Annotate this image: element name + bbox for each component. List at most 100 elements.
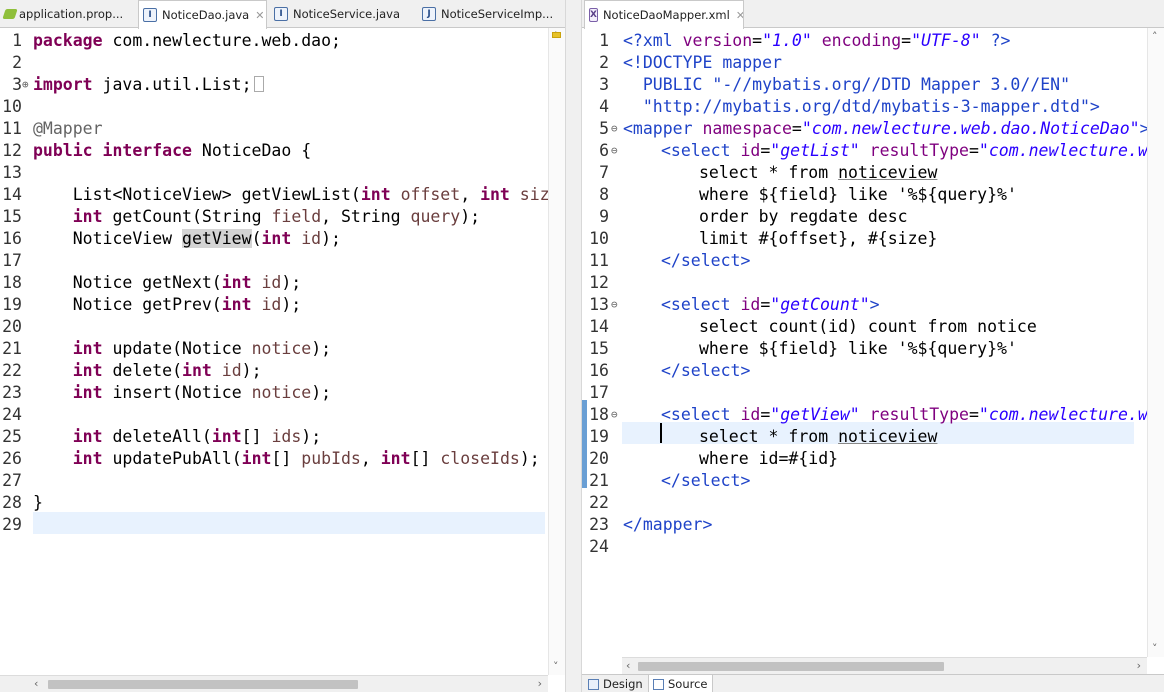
close-icon[interactable]: ✕ [736,9,743,22]
java-code-area[interactable]: 1 2 3 ⊕ 10 11 12 13 14 15 16 17 18 19 20… [0,28,565,678]
xml-editor-pane: X NoticeDaoMapper.xml ✕ 1 2 3 4 5 ⊖ 6 ⊖ … [582,0,1164,692]
line-number: 22 [2,361,22,380]
line-number: 15 [589,339,609,358]
code-line: <select id="getCount"> [661,295,880,314]
line-number: 15 [2,207,22,226]
tab-label: NoticeDao.java [162,8,250,22]
code-line: @Mapper [33,119,103,138]
line-number: 14 [589,317,609,336]
line-number: 16 [2,229,22,248]
scroll-up-icon[interactable]: ˄ [1152,30,1158,43]
line-number: 6 [599,141,609,160]
scroll-thumb[interactable] [48,680,358,689]
scroll-left-icon[interactable]: ‹ [626,659,630,672]
code-line: select * from noticeview [699,427,938,446]
properties-file-icon [2,9,18,19]
line-number: 17 [2,251,22,270]
scroll-thumb[interactable] [638,662,944,671]
code-line: } [33,493,43,512]
close-icon[interactable]: ✕ [255,9,264,22]
warning-marker-icon[interactable] [552,32,561,38]
tab-noticedao-java[interactable]: I NoticeDao.java ✕ [138,0,267,29]
line-number: 14 [2,185,22,204]
scroll-down-icon[interactable]: ˅ [553,660,559,673]
line-number: 20 [589,449,609,468]
tab-label: NoticeService.java [293,7,400,21]
editor-tab-bar: application.prop... I NoticeDao.java ✕ I… [0,0,565,29]
scroll-left-icon[interactable]: ‹ [34,677,38,690]
code-line: int delete(int id); [72,361,262,380]
code-line: where ${field} like '%${query}%' [699,185,1017,204]
line-number: 23 [2,383,22,402]
scroll-right-icon[interactable]: › [1137,659,1141,672]
line-number: 11 [589,251,609,270]
code-line: int update(Notice notice); [72,339,332,358]
java-interface-icon: I [143,8,157,22]
xml-code-area[interactable]: 1 2 3 4 5 ⊖ 6 ⊖ 7 8 9 10 11 12 13 ⊖ 14 1… [582,28,1158,658]
line-number: 23 [589,515,609,534]
line-number: 1 [599,31,609,50]
line-number: 26 [2,449,22,468]
fold-collapse-icon[interactable]: ⊖ [611,404,618,426]
vertical-scrollbar[interactable]: ˄ ˅ [1147,28,1164,657]
line-number: 21 [2,339,22,358]
code-line: int insert(Notice notice); [72,383,332,402]
code-line: public interface NoticeDao { [33,141,312,160]
tab-noticedaomapper-xml[interactable]: X NoticeDaoMapper.xml ✕ [584,0,744,29]
code-line: PUBLIC "-//mybatis.org//DTD Mapper 3.0//… [623,75,1071,94]
scroll-down-icon[interactable]: ˅ [1152,642,1158,655]
code-line: where id=#{id} [699,449,839,468]
tab-noticeservice-java[interactable]: I NoticeService.java [270,0,415,28]
pane-divider[interactable] [565,0,582,692]
line-number: 3 [599,75,609,94]
line-number: 25 [2,427,22,446]
scroll-right-icon[interactable]: › [538,677,542,690]
tab-design[interactable]: Design [584,675,647,692]
code-line: select * from noticeview [699,163,938,182]
line-number: 18 [589,405,609,424]
line-number: 19 [2,295,22,314]
design-icon [588,678,599,690]
code-line: select count(id) count from notice [699,317,1037,336]
line-number: 27 [2,471,22,490]
line-number: 18 [2,273,22,292]
line-number: 19 [589,427,609,446]
code-line: int deleteAll(int[] ids); [72,427,322,446]
line-number: 20 [2,317,22,336]
line-number: 28 [2,493,22,512]
code-line: NoticeView getView(int id); [33,229,341,248]
line-number: 2 [599,53,609,72]
line-number: 10 [2,97,22,116]
line-number: 13 [589,295,609,314]
code-line: <select id="getView" resultType="com.new… [661,405,1158,424]
line-number: 16 [589,361,609,380]
source-icon [653,678,664,690]
line-number: 8 [599,185,609,204]
code-line: </select> [661,251,751,270]
line-number: 7 [599,163,609,182]
horizontal-scrollbar[interactable]: ‹ › [622,657,1147,674]
horizontal-scrollbar[interactable]: ‹ › [0,675,548,692]
xml-file-icon: X [589,8,598,22]
code-line: <!DOCTYPE mapper [623,53,782,72]
tab-source[interactable]: Source [648,675,713,692]
code-line: </select> [661,361,751,380]
line-number: 5 [599,119,609,138]
code-line: limit #{offset}, #{size} [699,229,938,248]
tab-label: NoticeServiceImp... [441,7,554,21]
line-number: 24 [589,537,609,556]
line-number: 17 [589,383,609,402]
editor-mode-tabs: Design Source [582,674,1164,692]
vertical-scrollbar[interactable]: ˄ ˅ [548,28,565,675]
tab-label: application.prop... [19,7,124,21]
fold-expand-icon[interactable]: ⊕ [22,74,29,96]
line-number: 12 [2,141,22,160]
code-line: int updatePubAll(int[] pubIds, int[] clo… [72,449,540,468]
fold-collapse-icon[interactable]: ⊖ [611,294,618,316]
line-number: 9 [599,207,609,226]
fold-collapse-icon[interactable]: ⊖ [611,140,618,162]
line-number: 22 [589,493,609,512]
tab-noticeserviceimpl-java[interactable]: J NoticeServiceImp... [418,0,558,28]
fold-collapse-icon[interactable]: ⊖ [611,118,618,140]
tab-application-properties[interactable]: application.prop... [0,0,135,28]
